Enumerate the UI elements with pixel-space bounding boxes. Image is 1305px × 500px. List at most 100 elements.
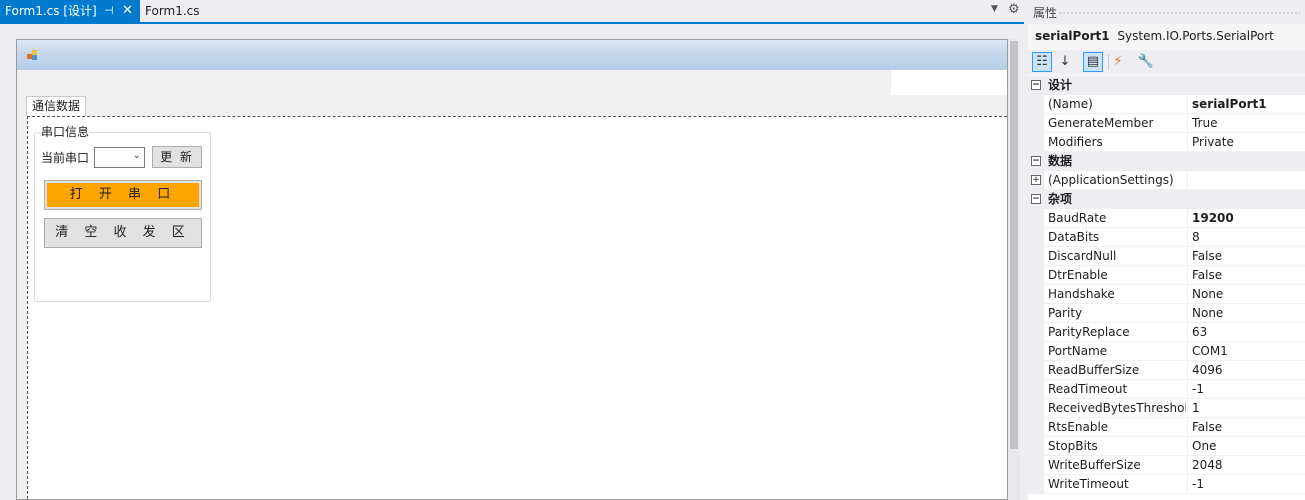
property-value[interactable]: 4096 (1192, 361, 1305, 380)
property-row[interactable]: Parity None (1028, 304, 1305, 323)
column-divider[interactable] (1187, 361, 1188, 380)
column-divider[interactable] (1187, 266, 1188, 285)
document-tab-strip: Form1.cs [设计] ⊣ ✕ Form1.cs ▼ ⚙ (0, 0, 1024, 22)
property-value[interactable]: 19200 (1192, 209, 1305, 228)
property-name: BaudRate (1048, 211, 1107, 225)
collapse-icon[interactable]: − (1031, 194, 1041, 204)
property-value[interactable]: True (1192, 114, 1305, 133)
row-gutter (1028, 456, 1044, 475)
column-divider[interactable] (1187, 304, 1188, 323)
property-value[interactable]: Private (1192, 133, 1305, 152)
column-divider[interactable] (1187, 247, 1188, 266)
events-icon[interactable]: ⚡ (1108, 52, 1128, 72)
tab-form1-designer[interactable]: Form1.cs [设计] ⊣ ✕ (0, 0, 140, 22)
object-selector[interactable]: serialPort1 System.IO.Ports.SerialPort (1028, 24, 1305, 48)
property-row[interactable]: ParityReplace 63 (1028, 323, 1305, 342)
property-row[interactable]: (Name) serialPort1 (1028, 95, 1305, 114)
column-divider[interactable] (1187, 380, 1188, 399)
property-pages-icon[interactable]: 🔧 (1136, 52, 1156, 72)
current-port-label: 当前串口 (41, 151, 90, 165)
open-port-button-frame[interactable]: 打 开 串 口 (44, 180, 202, 210)
pin-icon[interactable]: ⊣ (104, 0, 114, 22)
property-value[interactable]: COM1 (1192, 342, 1305, 361)
collapse-icon[interactable]: − (1031, 156, 1041, 166)
property-value[interactable]: 63 (1192, 323, 1305, 342)
column-divider[interactable] (1187, 95, 1188, 114)
property-category[interactable]: − 数据 (1028, 152, 1305, 171)
port-combobox[interactable]: ⌄ (94, 147, 145, 168)
property-value[interactable]: False (1192, 247, 1305, 266)
property-value[interactable]: None (1192, 285, 1305, 304)
expand-icon[interactable]: + (1031, 175, 1041, 185)
form-title-bar[interactable] (17, 40, 1007, 70)
row-gutter (1028, 342, 1044, 361)
object-type: System.IO.Ports.SerialPort (1117, 29, 1274, 43)
alphabetical-icon[interactable]: ↓ (1055, 52, 1075, 72)
column-divider[interactable] (1187, 437, 1188, 456)
property-row[interactable]: DiscardNull False (1028, 247, 1305, 266)
column-divider[interactable] (1187, 399, 1188, 418)
tab-page-header[interactable]: 通信数据 (26, 96, 87, 116)
property-row[interactable]: StopBits One (1028, 437, 1305, 456)
property-value[interactable]: 8 (1192, 228, 1305, 247)
designer-vertical-scrollbar[interactable] (1008, 39, 1020, 500)
property-value[interactable]: 2048 (1192, 456, 1305, 475)
row-gutter (1028, 266, 1044, 285)
property-value[interactable]: 1 (1192, 399, 1305, 418)
open-port-button[interactable]: 打 开 串 口 (47, 183, 199, 207)
property-row[interactable]: Handshake None (1028, 285, 1305, 304)
close-icon[interactable]: ✕ (122, 0, 133, 22)
property-category[interactable]: − 设计 (1028, 76, 1305, 95)
column-divider[interactable] (1187, 418, 1188, 437)
column-divider[interactable] (1187, 114, 1188, 133)
properties-icon[interactable]: ▤ (1083, 52, 1103, 72)
column-divider[interactable] (1187, 323, 1188, 342)
column-divider[interactable] (1187, 456, 1188, 475)
title-grip[interactable] (1058, 11, 1300, 16)
property-value[interactable]: None (1192, 304, 1305, 323)
property-category[interactable]: − 杂项 (1028, 190, 1305, 209)
column-divider[interactable] (1187, 133, 1188, 152)
categorized-icon[interactable]: ☷ (1032, 52, 1052, 72)
property-row[interactable]: BaudRate 19200 (1028, 209, 1305, 228)
property-value[interactable]: False (1192, 266, 1305, 285)
property-row[interactable]: DataBits 8 (1028, 228, 1305, 247)
row-gutter (1028, 247, 1044, 266)
property-value[interactable]: False (1192, 418, 1305, 437)
property-row[interactable]: ReadBufferSize 4096 (1028, 361, 1305, 380)
property-name: StopBits (1048, 439, 1098, 453)
property-row[interactable]: WriteTimeout -1 (1028, 475, 1305, 494)
tab-list-dropdown-icon[interactable]: ▼ (991, 4, 998, 14)
tab-form1-code[interactable]: Form1.cs (140, 0, 230, 22)
document-area: Form1.cs [设计] ⊣ ✕ Form1.cs ▼ ⚙ 通信数据 串口信息… (0, 0, 1024, 500)
property-value[interactable]: -1 (1192, 475, 1305, 494)
column-divider[interactable] (1187, 342, 1188, 361)
property-row[interactable]: PortName COM1 (1028, 342, 1305, 361)
scrollbar-thumb[interactable] (1010, 41, 1018, 449)
property-value[interactable]: -1 (1192, 380, 1305, 399)
row-gutter (1028, 475, 1044, 494)
settings-gear-icon[interactable]: ⚙ (1008, 2, 1020, 17)
column-divider[interactable] (1187, 475, 1188, 494)
column-divider[interactable] (1187, 171, 1188, 190)
property-row[interactable]: WriteBufferSize 2048 (1028, 456, 1305, 475)
property-row[interactable]: + (ApplicationSettings) (1028, 171, 1305, 190)
form-icon (27, 50, 39, 60)
column-divider[interactable] (1187, 228, 1188, 247)
row-gutter (1028, 323, 1044, 342)
refresh-button[interactable]: 更 新 (152, 146, 202, 168)
property-row[interactable]: Modifiers Private (1028, 133, 1305, 152)
collapse-icon[interactable]: − (1031, 80, 1041, 90)
property-value[interactable]: One (1192, 437, 1305, 456)
column-divider[interactable] (1187, 285, 1188, 304)
property-row[interactable]: ReceivedBytesThreshold 1 (1028, 399, 1305, 418)
column-divider[interactable] (1187, 209, 1188, 228)
property-row[interactable]: DtrEnable False (1028, 266, 1305, 285)
form-window[interactable]: 通信数据 串口信息 当前串口 ⌄ 更 新 打 开 串 口 清 空 收 发 区 (16, 39, 1008, 500)
property-row[interactable]: RtsEnable False (1028, 418, 1305, 437)
row-gutter (1028, 437, 1044, 456)
property-row[interactable]: GenerateMember True (1028, 114, 1305, 133)
clear-buffer-button[interactable]: 清 空 收 发 区 (44, 218, 202, 248)
property-row[interactable]: ReadTimeout -1 (1028, 380, 1305, 399)
property-value[interactable]: serialPort1 (1192, 95, 1305, 114)
